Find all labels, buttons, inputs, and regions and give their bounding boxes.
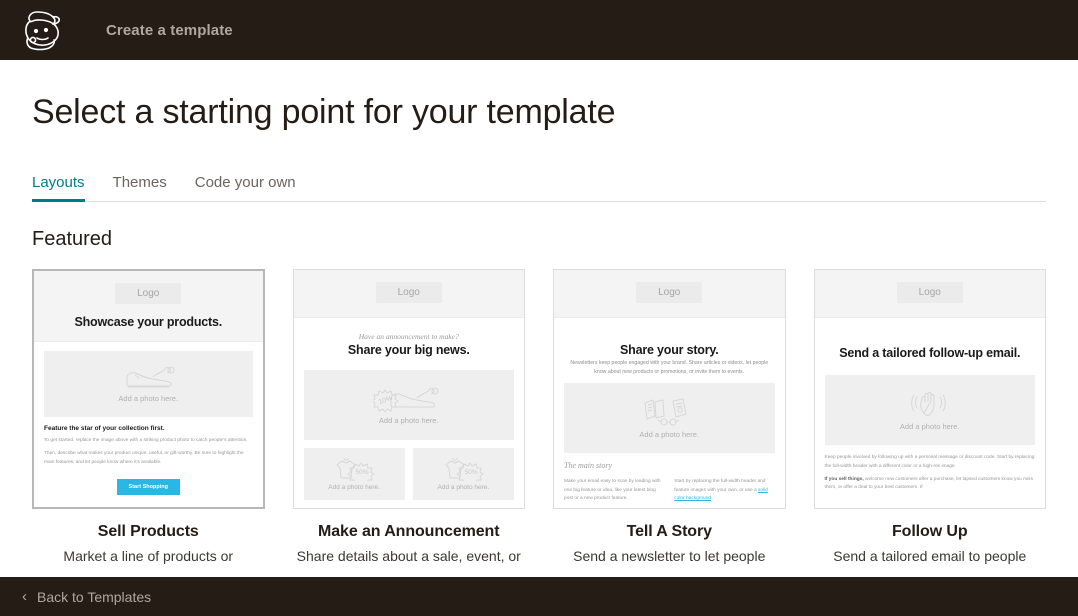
preview-header: Logo: [814, 270, 1045, 319]
preview-column-right: Start by replacing the full-width header…: [674, 478, 774, 503]
section-title-featured: Featured: [32, 228, 113, 251]
preview-lede: Newsletters keep people engaged with you…: [570, 360, 769, 375]
preview-headline: Send a tailored follow-up email.: [839, 346, 1021, 361]
page-title: Select a starting point for your templat…: [32, 93, 616, 131]
mailchimp-freddie-logo-icon[interactable]: [16, 4, 68, 56]
preview-header: Logo Showcase your products.: [34, 271, 263, 343]
photo-placeholder-label: Add a photo here.: [437, 484, 490, 492]
photo-placeholder-left: 50% Add a photo here.: [303, 448, 405, 501]
preview-body: Add a photo here. Feature the star of yo…: [34, 342, 263, 496]
preview-body: Send a tailored follow-up email. Add a p…: [815, 318, 1046, 492]
tab-themes[interactable]: Themes: [113, 174, 167, 202]
template-card-sell-products[interactable]: Logo Showcase your products. Add a photo…: [32, 269, 265, 565]
preview-serif-subhead: The main story: [564, 461, 612, 471]
preview-column-left: Make your email easy to scan by leading …: [564, 479, 661, 501]
svg-text:50%: 50%: [356, 469, 369, 476]
preview-cta-wrap: Start Shopping: [44, 475, 253, 496]
preview-paragraph-2-bold: If you sell things,: [824, 477, 864, 483]
preview-headline: Showcase your products.: [74, 315, 223, 330]
start-shopping-button[interactable]: Start Shopping: [116, 479, 180, 496]
photo-placeholder-right: 50% Add a photo here.: [412, 448, 514, 501]
preview-body: Share your story. Newsletters keep peopl…: [554, 318, 785, 503]
preview-column-right-pre: Start by replacing the full-width header…: [674, 479, 766, 493]
logo-placeholder: Logo: [375, 282, 442, 304]
card-description: Send a newsletter to let people: [573, 548, 766, 565]
back-to-templates-label: Back to Templates: [37, 588, 152, 605]
books-icon: [644, 398, 687, 426]
card-title: Make an Announcement: [318, 523, 500, 541]
template-preview-sell-products[interactable]: Logo Showcase your products. Add a photo…: [32, 269, 265, 510]
template-card-tell-a-story[interactable]: Logo Share your story. Newsletters keep …: [553, 269, 786, 565]
photo-placeholder: Add a photo here.: [564, 383, 775, 454]
card-description: Market a line of products or: [63, 548, 234, 565]
photo-placeholder: 10% Add a photo here.: [303, 370, 514, 441]
shoe-discount-icon: 10%: [372, 387, 439, 413]
card-title: Sell Products: [97, 523, 199, 541]
card-description: Share details about a sale, event, or: [296, 548, 521, 565]
preview-header: Logo: [293, 270, 524, 319]
photo-placeholder: Add a photo here.: [44, 351, 253, 418]
preview-paragraph-1: Keep people involved by following up wit…: [824, 455, 1035, 469]
chevron-left-icon: ‹: [22, 588, 27, 605]
tshirt-50-percent-icon: 50%: [445, 457, 484, 482]
top-bar: Create a template: [0, 0, 1078, 60]
template-card-follow-up[interactable]: Logo Send a tailored follow-up email. Ad…: [813, 269, 1046, 565]
template-preview-tell-a-story[interactable]: Logo Share your story. Newsletters keep …: [553, 269, 786, 510]
preview-paragraph-2: Then, describe what makes your product u…: [44, 451, 244, 465]
preview-body: Have an announcement to make? Share your…: [294, 318, 525, 501]
photo-placeholder-label: Add a photo here.: [899, 422, 960, 432]
topbar-title: Create a template: [106, 21, 233, 39]
logo-placeholder: Logo: [896, 282, 963, 304]
preview-header: Logo: [554, 270, 785, 319]
template-card-make-an-announcement[interactable]: Logo Have an announcement to make? Share…: [292, 269, 525, 565]
preview-two-columns: Make your email easy to scan by leading …: [564, 473, 775, 503]
tshirt-50-percent-icon: 50%: [336, 457, 375, 482]
logo-placeholder: Logo: [115, 283, 182, 305]
shoe-icon: [126, 366, 175, 388]
preview-paragraph-1: To get started, replace the image above …: [44, 438, 248, 444]
photo-placeholder-label: Add a photo here.: [639, 430, 700, 440]
card-title: Tell A Story: [626, 523, 712, 541]
preview-kicker: Have an announcement to make?: [358, 332, 459, 342]
card-title: Follow Up: [891, 523, 968, 541]
footer-bar: ‹ Back to Templates: [0, 577, 1078, 616]
template-card-grid: Logo Showcase your products. Add a photo…: [32, 269, 1046, 565]
preview-subhead: Feature the star of your collection firs…: [44, 425, 165, 433]
photo-placeholder-label: Add a photo here.: [378, 416, 439, 426]
page-body: Select a starting point for your templat…: [0, 60, 1078, 577]
back-to-templates-button[interactable]: ‹ Back to Templates: [22, 589, 151, 605]
photo-placeholder-row: 50% Add a photo here. 50% Add a photo he…: [303, 448, 514, 501]
photo-placeholder-label: Add a photo here.: [118, 394, 179, 404]
preview-headline: Share your big news.: [347, 343, 470, 358]
preview-paragraph-2: If you sell things, welcome new customer…: [825, 476, 1036, 493]
waving-hand-icon: [911, 392, 946, 417]
template-preview-make-an-announcement[interactable]: Logo Have an announcement to make? Share…: [292, 269, 525, 510]
card-description: Send a tailored email to people: [833, 548, 1027, 565]
preview-headline: Share your story.: [620, 343, 719, 358]
photo-placeholder-label: Add a photo here.: [328, 484, 380, 492]
template-preview-follow-up[interactable]: Logo Send a tailored follow-up email. Ad…: [813, 269, 1046, 510]
logo-placeholder: Logo: [636, 282, 703, 304]
preview-column-right-post: .: [711, 495, 713, 501]
tab-layouts[interactable]: Layouts: [32, 174, 85, 203]
svg-text:50%: 50%: [465, 469, 478, 476]
tab-code-your-own[interactable]: Code your own: [195, 174, 296, 202]
photo-placeholder: Add a photo here.: [824, 375, 1035, 446]
tab-bar: Layouts Themes Code your own: [32, 172, 1046, 203]
